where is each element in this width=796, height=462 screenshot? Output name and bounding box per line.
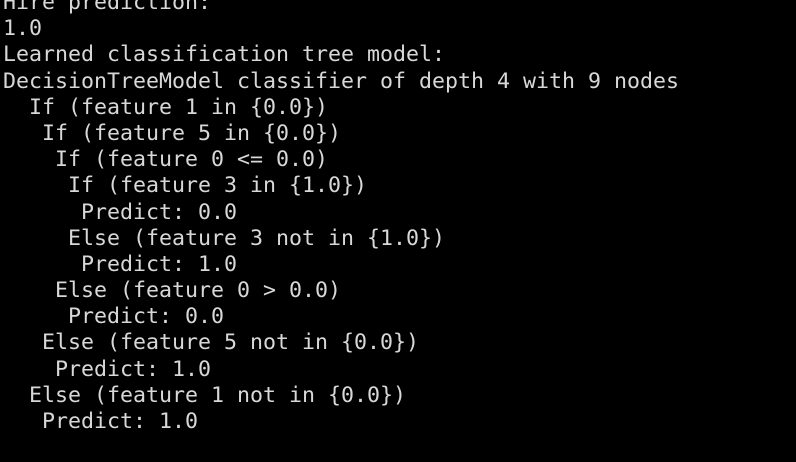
terminal-output[interactable]: Hire prediction: 1.0 Learned classificat… <box>0 0 796 462</box>
tree-node-line: Predict: 1.0 <box>3 251 238 277</box>
output-line-model-label: Learned classification tree model: <box>3 42 446 68</box>
tree-node-line: If (feature 3 in {1.0}) <box>3 173 368 199</box>
tree-node-line: If (feature 1 in {0.0}) <box>3 94 329 120</box>
tree-node-line: Else (feature 5 not in {0.0}) <box>3 330 420 356</box>
tree-node-line: Else (feature 0 > 0.0) <box>3 278 342 304</box>
tree-node-line: Predict: 0.0 <box>3 199 238 225</box>
tree-node-line: If (feature 0 <= 0.0) <box>3 147 329 173</box>
output-line-hire-prediction-label: Hire prediction: <box>3 0 212 15</box>
output-line-model-summary: DecisionTreeModel classifier of depth 4 … <box>3 68 680 94</box>
output-line-hire-prediction-value: 1.0 <box>3 16 43 42</box>
tree-node-line: Predict: 0.0 <box>3 304 225 330</box>
tree-node-line: Else (feature 3 not in {1.0}) <box>3 225 446 251</box>
tree-node-line: Else (feature 1 not in {0.0}) <box>3 382 407 408</box>
tree-node-line: Predict: 1.0 <box>3 409 199 434</box>
tree-node-line: Predict: 1.0 <box>3 356 212 382</box>
tree-node-line: If (feature 5 in {0.0}) <box>3 120 342 146</box>
